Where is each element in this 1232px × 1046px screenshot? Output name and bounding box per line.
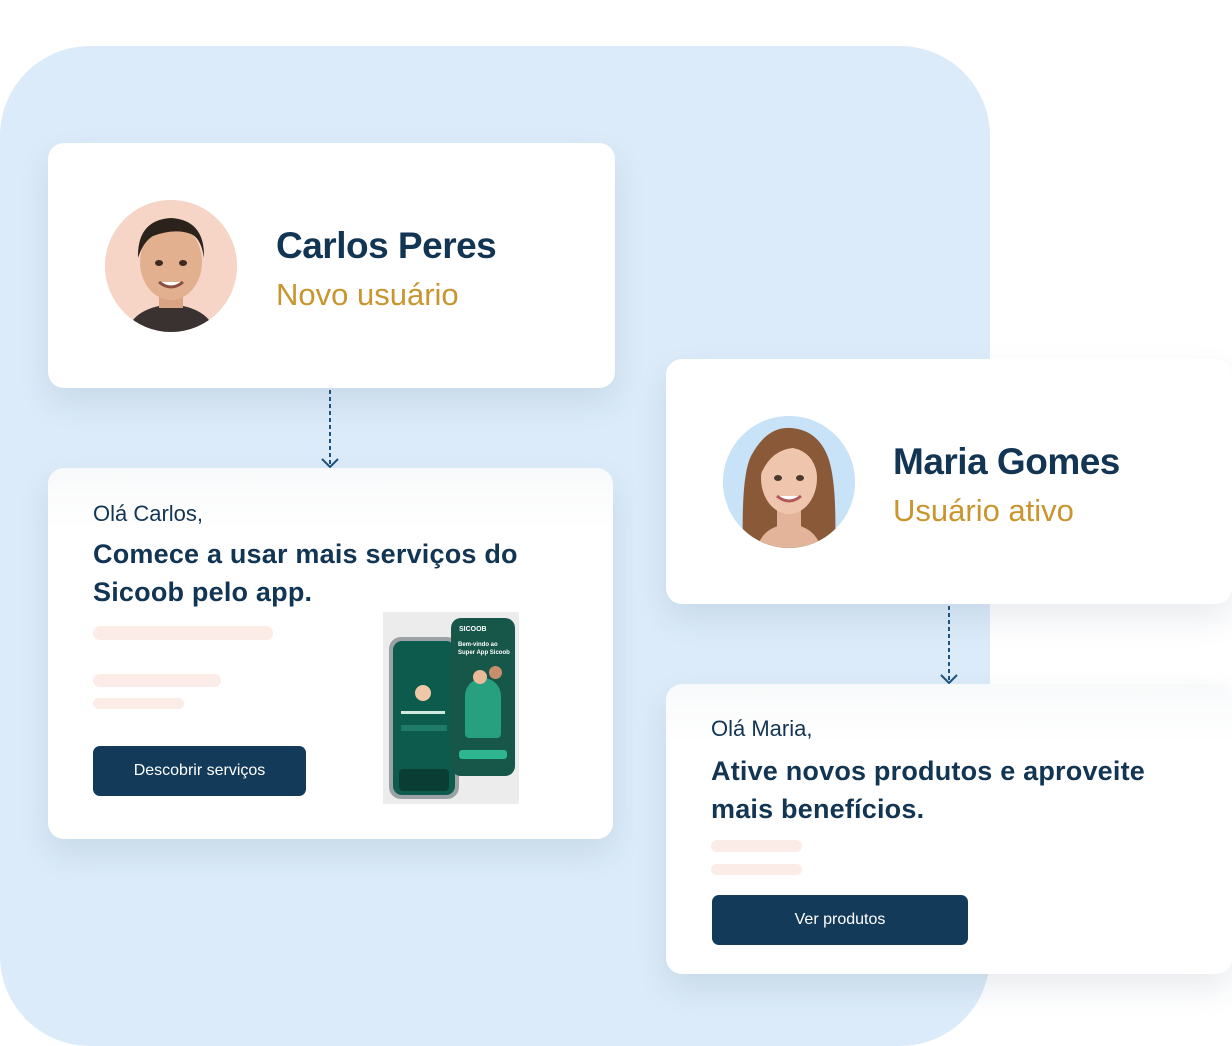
headline: Ative novos produtos e aproveite mais be… (711, 752, 1145, 828)
avatar-maria (723, 416, 855, 548)
placeholder-line (93, 674, 221, 687)
brand-label: SICOOB (459, 626, 487, 633)
placeholder-line (711, 864, 802, 875)
headline: Comece a usar mais serviços do Sicoob pe… (93, 535, 518, 611)
message-card-maria: Olá Maria, Ative novos produtos e aprove… (666, 684, 1232, 974)
headline-line: Ative novos produtos e aproveite (711, 756, 1145, 786)
welcome-line: Bem-vindo ao (458, 642, 498, 648)
people-illustration (465, 678, 501, 738)
headline-line: Comece a usar mais serviços do (93, 539, 518, 569)
message-card-carlos: Olá Carlos, Comece a usar mais serviços … (48, 468, 613, 839)
phone-front: SICOOB Bem-vindo ao Super App Sicoob (451, 618, 515, 776)
avatar (415, 685, 431, 701)
person-head (473, 670, 487, 684)
discover-services-button[interactable]: Descobrir serviços (93, 746, 306, 796)
headline-line: Sicoob pelo app. (93, 577, 313, 607)
phone-back (389, 637, 459, 799)
phone-screen (393, 641, 455, 795)
headline-line: mais benefícios. (711, 794, 925, 824)
greeting: Olá Maria, (711, 716, 813, 741)
app-button (459, 750, 507, 759)
placeholder-line (711, 840, 802, 852)
app-mockup-image: SICOOB Bem-vindo ao Super App Sicoob (383, 612, 519, 804)
text-line (401, 725, 447, 731)
arrow-down-icon (321, 390, 339, 469)
person-head (489, 666, 502, 679)
dock (399, 769, 449, 791)
profile-name: Maria Gomes (893, 441, 1120, 482)
profile-name: Carlos Peres (276, 225, 497, 266)
welcome-line: Super App Sicoob (458, 650, 510, 656)
person-icon (723, 416, 855, 548)
greeting: Olá Carlos, (93, 501, 204, 526)
view-products-button[interactable]: Ver produtos (712, 895, 968, 945)
profile-card-maria: Maria Gomes Usuário ativo (666, 359, 1232, 604)
profile-status: Novo usuário (276, 277, 459, 312)
profile-card-carlos: Carlos Peres Novo usuário (48, 143, 615, 388)
placeholder-line (93, 698, 184, 709)
avatar-carlos (105, 200, 237, 332)
person-icon (105, 200, 237, 332)
arrow-down-icon (940, 606, 958, 685)
text-line (401, 711, 445, 714)
profile-status: Usuário ativo (893, 493, 1074, 528)
placeholder-line (93, 626, 273, 640)
